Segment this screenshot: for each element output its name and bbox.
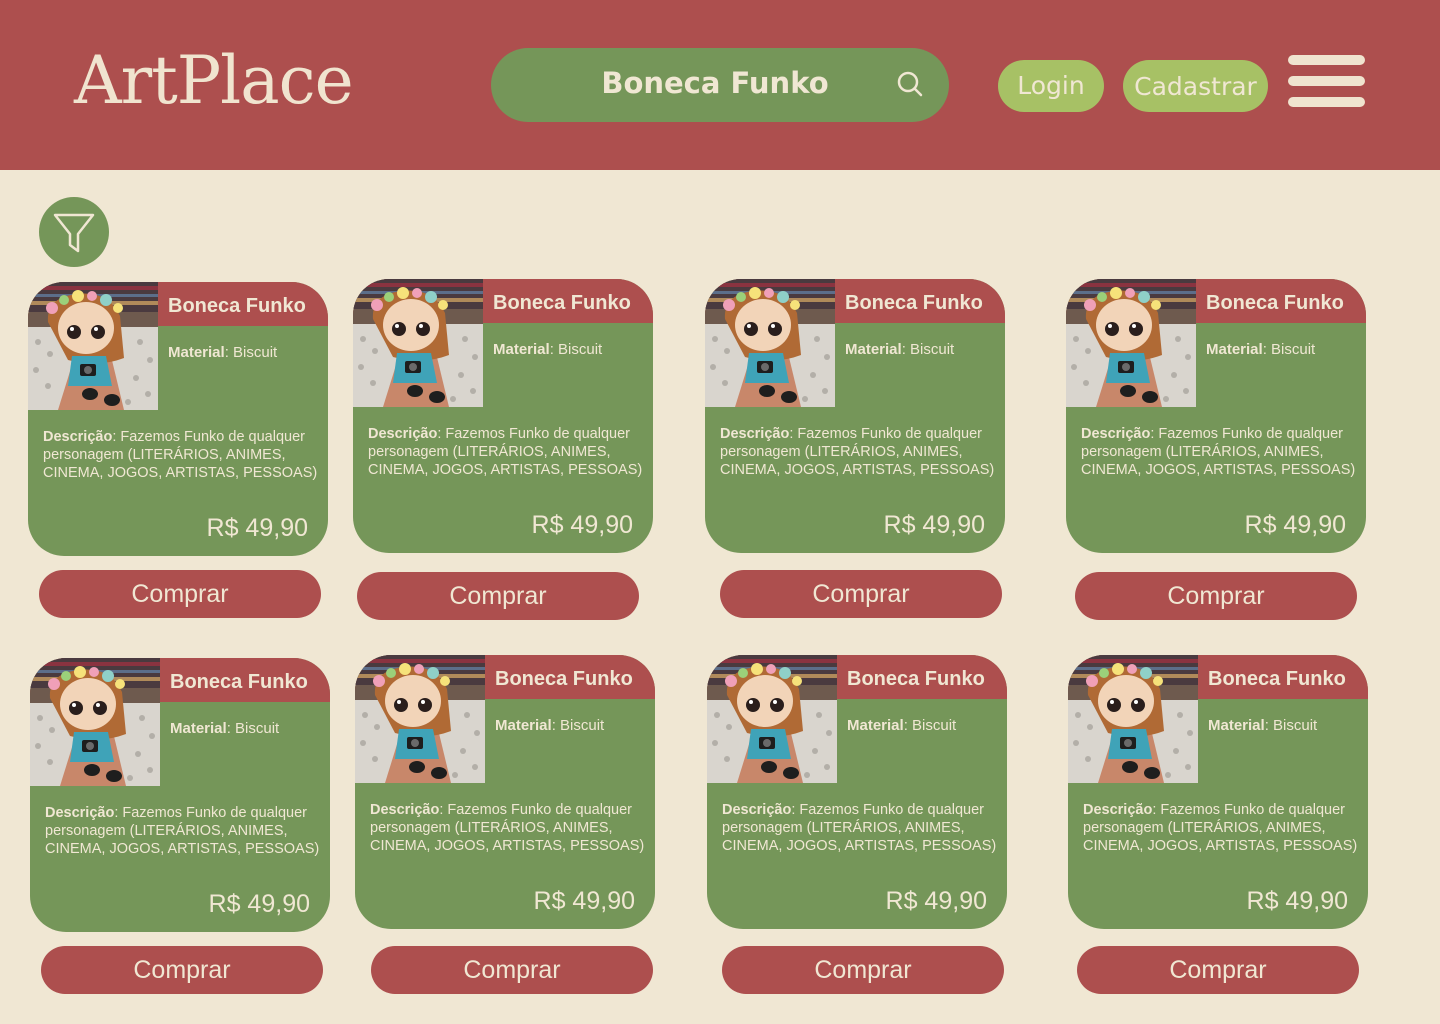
product-description: Descrição: Fazemos Funko de qualquer per… [722, 802, 997, 854]
product-title: Boneca Funko [845, 292, 983, 314]
buy-button[interactable]: Comprar [720, 570, 1002, 618]
product-price: R$ 49,90 [1246, 887, 1348, 915]
product-material: Material: Biscuit [170, 720, 280, 737]
product-card[interactable]: Boneca Funko Material: Biscuit Descrição… [28, 282, 328, 556]
product-description: Descrição: Fazemos Funko de qualquer per… [43, 429, 318, 481]
product-title: Boneca Funko [1208, 668, 1346, 690]
product-photo[interactable] [1068, 655, 1198, 783]
product-card[interactable]: Boneca Funko Material: Biscuit Descrição… [355, 655, 655, 929]
product-card[interactable]: Boneca Funko Material: Biscuit Descrição… [353, 279, 653, 553]
product-description: Descrição: Fazemos Funko de qualquer per… [370, 802, 645, 854]
product-price: R$ 49,90 [533, 887, 635, 915]
buy-button[interactable]: Comprar [1077, 946, 1359, 994]
product-material: Material: Biscuit [168, 344, 278, 361]
signup-button[interactable]: Cadastrar [1123, 60, 1268, 112]
product-card[interactable]: Boneca Funko Material: Biscuit Descrição… [1068, 655, 1368, 929]
buy-button[interactable]: Comprar [1075, 572, 1357, 620]
product-card[interactable]: Boneca Funko Material: Biscuit Descrição… [707, 655, 1007, 929]
search-bar[interactable]: Boneca Funko [491, 48, 949, 122]
product-description: Descrição: Fazemos Funko de qualquer per… [1083, 802, 1358, 854]
product-description: Descrição: Fazemos Funko de qualquer per… [45, 805, 320, 857]
product-description: Descrição: Fazemos Funko de qualquer per… [1081, 426, 1356, 478]
product-photo[interactable] [30, 658, 160, 786]
product-material: Material: Biscuit [1206, 341, 1316, 358]
product-material: Material: Biscuit [847, 717, 957, 734]
product-description: Descrição: Fazemos Funko de qualquer per… [720, 426, 995, 478]
hamburger-menu-icon[interactable] [1288, 55, 1365, 107]
filter-button[interactable] [39, 197, 109, 267]
search-icon[interactable] [896, 70, 924, 98]
product-title: Boneca Funko [1206, 292, 1344, 314]
product-photo[interactable] [355, 655, 485, 783]
product-material: Material: Biscuit [845, 341, 955, 358]
buy-button[interactable]: Comprar [722, 946, 1004, 994]
product-photo[interactable] [353, 279, 483, 407]
search-input[interactable]: Boneca Funko [491, 66, 939, 100]
product-photo[interactable] [28, 282, 158, 410]
product-card[interactable]: Boneca Funko Material: Biscuit Descrição… [705, 279, 1005, 553]
filter-funnel-icon [53, 213, 95, 253]
product-description: Descrição: Fazemos Funko de qualquer per… [368, 426, 643, 478]
login-button[interactable]: Login [998, 60, 1104, 112]
product-card[interactable]: Boneca Funko Material: Biscuit Descrição… [30, 658, 330, 932]
product-price: R$ 49,90 [208, 890, 310, 918]
product-card[interactable]: Boneca Funko Material: Biscuit Descrição… [1066, 279, 1366, 553]
product-title: Boneca Funko [847, 668, 985, 690]
product-title: Boneca Funko [170, 671, 308, 693]
buy-button[interactable]: Comprar [357, 572, 639, 620]
product-title: Boneca Funko [493, 292, 631, 314]
top-header: ArtPlace Boneca Funko Login Cadastrar [0, 0, 1440, 170]
product-title: Boneca Funko [168, 295, 306, 317]
product-price: R$ 49,90 [206, 514, 308, 542]
product-price: R$ 49,90 [531, 511, 633, 539]
buy-button[interactable]: Comprar [39, 570, 321, 618]
product-material: Material: Biscuit [495, 717, 605, 734]
buy-button[interactable]: Comprar [41, 946, 323, 994]
product-photo[interactable] [1066, 279, 1196, 407]
buy-button[interactable]: Comprar [371, 946, 653, 994]
product-price: R$ 49,90 [883, 511, 985, 539]
site-logo[interactable]: ArtPlace [74, 42, 354, 119]
product-material: Material: Biscuit [493, 341, 603, 358]
product-price: R$ 49,90 [1244, 511, 1346, 539]
product-photo[interactable] [705, 279, 835, 407]
product-material: Material: Biscuit [1208, 717, 1318, 734]
product-title: Boneca Funko [495, 668, 633, 690]
product-price: R$ 49,90 [885, 887, 987, 915]
product-photo[interactable] [707, 655, 837, 783]
